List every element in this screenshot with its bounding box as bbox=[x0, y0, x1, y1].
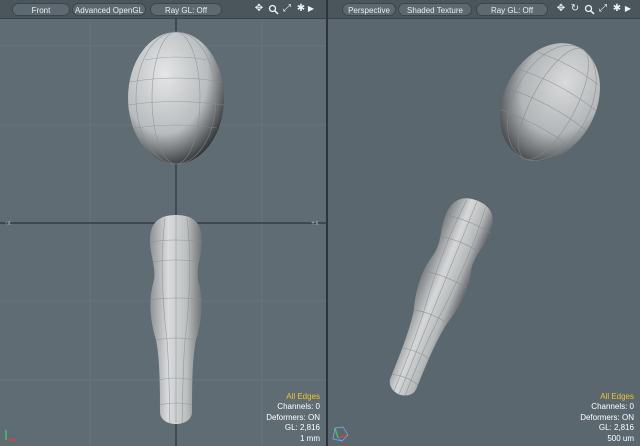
head-mesh bbox=[127, 31, 225, 165]
viewport-info-overlay: All Edges Channels: 0 Deformers: ON GL: … bbox=[580, 392, 634, 445]
gl-count-label: GL: 2,816 bbox=[284, 423, 320, 432]
perspective-scene bbox=[389, 43, 600, 396]
tick-marker-left: -x bbox=[5, 220, 11, 227]
front-viewport-toolbar: Front Advanced OpenGL Ray GL: Off ✥ ⤢ ✱ … bbox=[0, 0, 326, 19]
tick-marker-right: +x bbox=[311, 220, 319, 227]
grid-size-label: 500 um bbox=[607, 433, 634, 443]
zoom-view-icon[interactable] bbox=[583, 2, 595, 16]
more-arrow-icon[interactable]: ▶ bbox=[624, 2, 632, 16]
deformers-label: Deformers: ON bbox=[580, 412, 634, 422]
selection-mode-label: All Edges bbox=[600, 391, 634, 401]
channels-label: Channels: 0 bbox=[277, 402, 320, 411]
rotate-view-icon[interactable]: ↻ bbox=[569, 2, 581, 16]
view-mode-button[interactable]: Perspective bbox=[342, 3, 396, 16]
perspective-viewport-toolbar: Perspective Shaded Texture Ray GL: Off ✥… bbox=[328, 0, 640, 19]
head-mesh-perspective bbox=[500, 43, 600, 161]
channels-label: Channels: 0 bbox=[591, 402, 634, 411]
fit-view-icon[interactable]: ⤢ bbox=[597, 2, 609, 16]
move-view-icon[interactable]: ✥ bbox=[253, 2, 265, 16]
perspective-viewport[interactable]: Perspective Shaded Texture Ray GL: Off ✥… bbox=[328, 0, 640, 446]
view-mode-button[interactable]: Front bbox=[12, 3, 70, 16]
body-mesh-perspective bbox=[389, 198, 493, 396]
zoom-view-icon[interactable] bbox=[267, 2, 279, 16]
selection-mode-label: All Edges bbox=[286, 391, 320, 401]
gear-icon[interactable]: ✱ bbox=[295, 2, 307, 16]
more-arrow-icon[interactable]: ▶ bbox=[307, 2, 315, 16]
gear-icon[interactable]: ✱ bbox=[611, 2, 623, 16]
deformers-label: Deformers: ON bbox=[266, 412, 320, 422]
axis-gizmo-icon bbox=[5, 430, 16, 441]
body-mesh bbox=[149, 215, 203, 424]
viewport-info-overlay: All Edges Channels: 0 Deformers: ON GL: … bbox=[266, 392, 320, 445]
shading-mode-button[interactable]: Advanced OpenGL bbox=[72, 3, 146, 16]
fit-view-icon[interactable]: ⤢ bbox=[281, 2, 293, 16]
gl-count-label: GL: 2,816 bbox=[598, 423, 634, 432]
ray-gl-button[interactable]: Ray GL: Off bbox=[150, 3, 222, 16]
shading-mode-button[interactable]: Shaded Texture bbox=[398, 3, 472, 16]
ray-gl-button[interactable]: Ray GL: Off bbox=[476, 3, 548, 16]
front-viewport[interactable]: -x +x Front Advanced OpenGL Ray GL: Off … bbox=[0, 0, 326, 446]
move-view-icon[interactable]: ✥ bbox=[555, 2, 567, 16]
front-scene: -x +x bbox=[0, 18, 326, 446]
axis-gizmo-icon bbox=[332, 426, 349, 442]
modo-viewports: -x +x Front Advanced OpenGL Ray GL: Off … bbox=[0, 0, 640, 446]
grid-size-label: 1 mm bbox=[300, 433, 320, 443]
